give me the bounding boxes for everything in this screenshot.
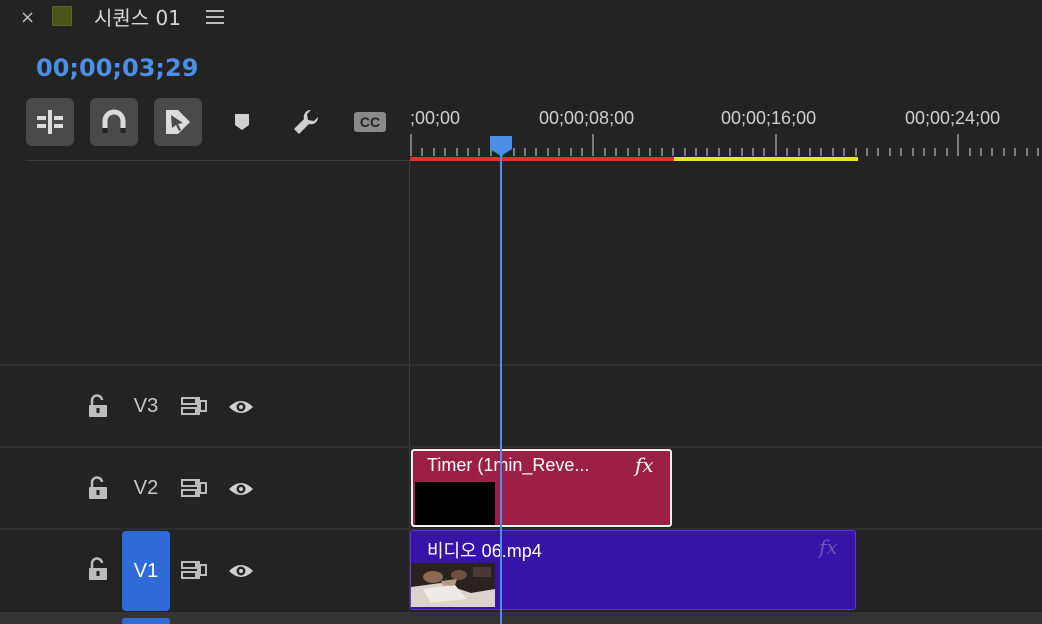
sequence-color-swatch [52, 6, 72, 26]
clip-thumbnail [415, 482, 495, 525]
ruler-label: 00;00;08;00 [539, 108, 635, 128]
sync-lock-icon[interactable] [181, 560, 207, 580]
eye-icon[interactable] [228, 562, 254, 580]
snap-button[interactable] [90, 98, 138, 146]
settings-wrench-icon [294, 109, 319, 134]
add-marker-button[interactable] [224, 104, 260, 140]
ruler-label: ;00;00 [410, 108, 461, 128]
lock-open-icon[interactable] [88, 557, 108, 581]
track-name-v3[interactable]: V3 [122, 366, 170, 446]
render-bar-unrendered [674, 157, 858, 161]
header-divider [26, 160, 410, 161]
track-name-v1-lower [122, 618, 170, 624]
clip-label: Timer (1min_Reve... [427, 455, 590, 475]
timeline-settings-button[interactable] [288, 104, 324, 140]
clip-label: 비디오 06.mp4 [427, 541, 542, 561]
track-name-v2[interactable]: V2 [122, 448, 170, 528]
clip-thumbnail [411, 563, 495, 607]
render-bar-rendered [410, 157, 674, 161]
captions-icon: CC [354, 112, 386, 132]
track-name-v1[interactable]: V1 [122, 531, 170, 611]
fx-badge: fx [635, 453, 654, 477]
close-tab-button[interactable]: × [20, 8, 35, 28]
lock-open-icon[interactable] [88, 476, 108, 500]
timer-clip[interactable]: Timer (1min_Reve... fx [411, 449, 672, 527]
snap-magnet-icon [102, 109, 126, 133]
sync-lock-icon[interactable] [181, 396, 207, 416]
add-marker-icon [235, 114, 249, 130]
fx-badge: fx [819, 535, 838, 559]
panel-menu-icon[interactable] [206, 10, 224, 26]
eye-icon[interactable] [228, 398, 254, 416]
playhead-timecode[interactable]: 00;00;03;29 [36, 54, 198, 82]
svg-text:CC: CC [360, 114, 380, 130]
captions-button[interactable]: CC [352, 104, 388, 140]
ruler-label: 00;00;16;00 [721, 108, 817, 128]
eye-icon[interactable] [228, 480, 254, 498]
lock-open-icon[interactable] [88, 394, 108, 418]
linked-selection-button[interactable] [154, 98, 202, 146]
sequence-title[interactable]: 시퀀스 01 [94, 4, 181, 32]
insert-nest-button[interactable] [26, 98, 74, 146]
linked-selection-icon [166, 110, 190, 134]
video-clip[interactable]: 비디오 06.mp4 fx [410, 530, 856, 610]
insert-nest-icon [37, 110, 63, 134]
ruler-label: 00;00;24;00 [905, 108, 1001, 128]
sync-lock-icon[interactable] [181, 478, 207, 498]
playhead-line[interactable] [500, 150, 502, 624]
